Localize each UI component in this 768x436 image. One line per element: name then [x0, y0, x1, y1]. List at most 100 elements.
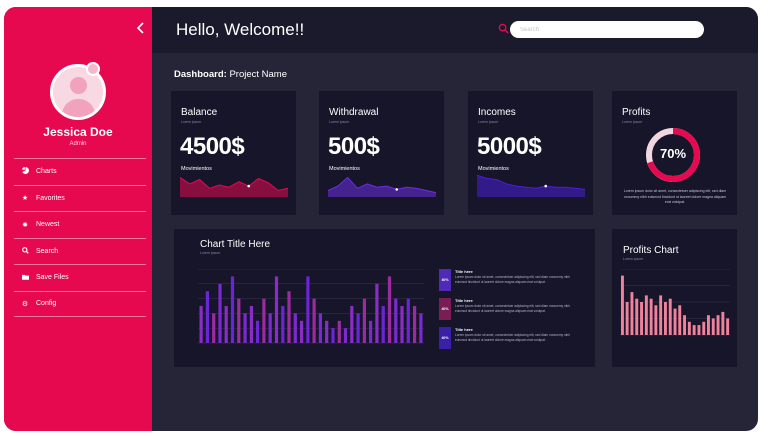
- chart-bar: [274, 276, 279, 343]
- search-icon: [14, 246, 36, 256]
- card-subtitle: Lorem ipsum: [181, 120, 202, 124]
- card-title: Profits: [622, 107, 651, 118]
- card-subtitle: Lorem ipsum: [622, 120, 643, 124]
- star-icon: ★: [21, 195, 29, 203]
- chart-bar: [702, 321, 706, 335]
- chart-bar: [300, 320, 304, 343]
- chart-bar: [375, 283, 379, 343]
- chart-bar: [356, 313, 360, 343]
- sidebar-item-newest[interactable]: ✹ Newest: [14, 211, 146, 238]
- sidebar: Jessica Doe Admin Charts ★ Favorites ✹ N…: [4, 7, 152, 431]
- welcome-heading: Hello, Welcome!!: [176, 20, 305, 39]
- main-chart-panel: Chart Title Here Lorem ipsum 40% Title h…: [174, 229, 595, 367]
- chart-bar: [683, 315, 686, 335]
- search-input[interactable]: [510, 21, 704, 38]
- withdrawal-card[interactable]: Withdrawal Lorem ipsum 500$ Movimientos: [319, 91, 444, 215]
- profits-donut: 70%: [643, 125, 703, 185]
- chart-bar: [256, 320, 260, 343]
- breadcrumb: Dashboard: Project Name: [174, 69, 287, 80]
- card-title: Incomes: [478, 107, 516, 118]
- card-caption: Movimientos: [329, 166, 360, 172]
- user-name: Jessica Doe: [43, 125, 113, 139]
- card-value: 4500$: [180, 133, 245, 160]
- sparkline-area: [477, 175, 585, 197]
- chart-bar: [306, 276, 310, 343]
- chart-bar: [387, 276, 392, 343]
- chart-bar: [337, 320, 341, 343]
- collapse-sidebar-button[interactable]: [136, 22, 146, 37]
- chart-icon: [14, 167, 36, 176]
- legend-text: Lorem ipsum dolor sit amet, consectetuer…: [455, 304, 570, 313]
- withdrawal-sparkline: [328, 176, 436, 197]
- chart-bar: [243, 313, 247, 343]
- card-value: 500$: [328, 133, 380, 160]
- chart-bar: [668, 298, 672, 335]
- legend-text: Lorem ipsum dolor sit amet, consectetuer…: [455, 275, 570, 284]
- legend-item: 40% Title here Lorem ipsum dolor sit ame…: [439, 298, 579, 320]
- avatar-head: [70, 77, 87, 94]
- sparkline-area: [180, 177, 288, 197]
- chart-bar: [630, 292, 634, 335]
- incomes-card[interactable]: Incomes Lorem ipsum 5000$ Movimientos: [468, 91, 593, 215]
- sidebar-item-save-files[interactable]: Save Files: [14, 264, 146, 291]
- card-subtitle: Lorem ipsum: [478, 120, 499, 124]
- card-title: Withdrawal: [329, 107, 379, 118]
- chart-bar: [621, 275, 624, 335]
- chart-bar: [413, 306, 417, 343]
- chart-bar: [199, 306, 203, 343]
- gear-icon: ⚙: [21, 300, 29, 308]
- chart-bar: [224, 306, 228, 343]
- legend-item: 40% Title here Lorem ipsum dolor sit ame…: [439, 269, 579, 291]
- chart-bar: [369, 320, 373, 343]
- sidebar-item-favorites[interactable]: ★ Favorites: [14, 184, 146, 212]
- chart-bar: [716, 315, 720, 335]
- search-icon[interactable]: [498, 23, 509, 34]
- chart-bar: [287, 291, 291, 343]
- incomes-sparkline: [477, 174, 585, 197]
- chart-subtitle: Lorem ipsum: [200, 251, 221, 255]
- sidebar-item-search[interactable]: Search: [14, 237, 146, 265]
- chart-bar: [381, 306, 385, 343]
- balance-card[interactable]: Balance Lorem ipsum 4500$ Movimientos: [171, 91, 296, 215]
- chevron-left-icon: [136, 22, 144, 34]
- chart-bar: [726, 318, 730, 335]
- chart-bar: [635, 298, 639, 335]
- chart-bar: [711, 318, 715, 335]
- profits-bar-chart: [620, 269, 730, 336]
- chart-bar: [212, 313, 216, 343]
- chart-bar: [625, 302, 629, 335]
- main-bar-chart: [198, 269, 424, 344]
- chart-title: Chart Title Here: [200, 239, 271, 250]
- profits-description: Lorem ipsum dolor sit amet, consectetuer…: [623, 189, 727, 204]
- chart-bar: [362, 298, 366, 343]
- profits-card[interactable]: Profits Lorem ipsum 70% Lorem ipsum dolo…: [612, 91, 737, 215]
- avatar-status-badge: [86, 62, 100, 76]
- chart-bar: [678, 305, 682, 335]
- chart-bar: [400, 306, 404, 343]
- card-value: 5000$: [477, 133, 542, 160]
- legend-swatch: 40%: [439, 269, 451, 291]
- chart-bar: [318, 313, 322, 343]
- chart-bar: [644, 295, 648, 335]
- breadcrumb-project: Project Name: [229, 69, 287, 80]
- chart-bar: [649, 298, 653, 335]
- chart-bar: [721, 311, 725, 335]
- chart-bar: [394, 298, 398, 343]
- chart-bar: [218, 283, 222, 343]
- top-bar: Hello, Welcome!!: [152, 7, 758, 53]
- profits-chart-panel: Profits Chart Lorem ipsum: [612, 229, 737, 367]
- sun-icon: ✹: [22, 221, 28, 229]
- sidebar-item-config[interactable]: ⚙ Config: [14, 290, 146, 317]
- chart-bar: [249, 306, 253, 343]
- chart-bar: [268, 313, 272, 343]
- donut-percent-label: 70%: [659, 146, 687, 161]
- chart-bar: [343, 328, 348, 343]
- chart-bar: [664, 302, 667, 335]
- chart-bar: [230, 276, 235, 343]
- profits-chart-title: Profits Chart: [623, 245, 679, 256]
- legend-badge: 40%: [441, 307, 449, 311]
- chart-bar: [697, 325, 701, 335]
- sidebar-item-charts[interactable]: Charts: [14, 158, 146, 185]
- chart-bar: [205, 291, 209, 343]
- legend-swatch: 40%: [439, 327, 451, 349]
